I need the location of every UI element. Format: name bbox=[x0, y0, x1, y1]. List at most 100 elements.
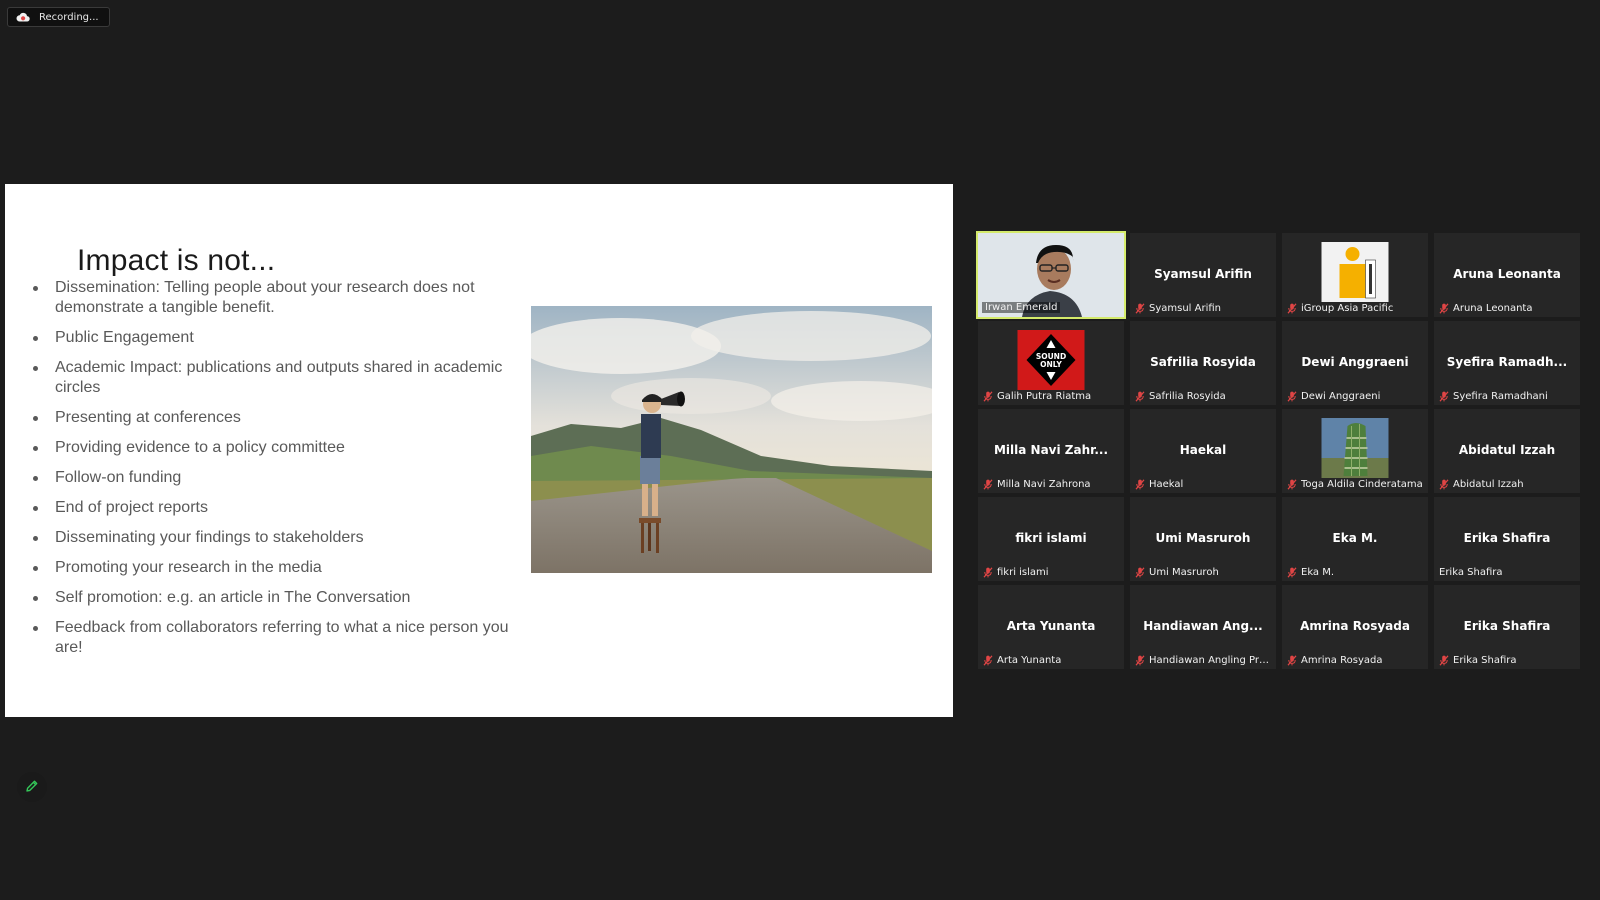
participant-display-name: Safrilia Rosyida bbox=[1150, 355, 1256, 369]
slide-bullet-text: Academic Impact: publications and output… bbox=[55, 359, 503, 396]
mic-muted-icon bbox=[1439, 391, 1449, 402]
participant-display-name: Erika Shafira bbox=[1463, 619, 1551, 633]
participant-name: Milla Navi Zahrona bbox=[997, 479, 1091, 490]
mic-muted-icon bbox=[1287, 303, 1297, 314]
participant-name: Haekal bbox=[1149, 479, 1184, 490]
recording-indicator[interactable]: Recording... bbox=[7, 7, 110, 27]
mic-muted-icon bbox=[1135, 479, 1145, 490]
mic-muted-icon bbox=[1287, 567, 1297, 578]
annotate-button[interactable] bbox=[17, 772, 47, 802]
mic-muted-icon bbox=[983, 655, 993, 666]
participant-tile[interactable]: Milla Navi Zahr... Milla Navi Zahrona bbox=[978, 409, 1124, 493]
mic-muted-icon bbox=[1439, 303, 1449, 314]
participant-name-label: Amrina Rosyada bbox=[1287, 655, 1426, 666]
participant-display-name: Erika Shafira bbox=[1463, 531, 1551, 545]
slide-bullet: Public Engagement bbox=[33, 328, 523, 348]
participant-tile[interactable]: Syefira Ramadh... Syefira Ramadhani bbox=[1434, 321, 1580, 405]
slide-bullet: Follow-on funding bbox=[33, 468, 523, 488]
participant-display-name: Amrina Rosyada bbox=[1300, 619, 1410, 633]
recording-label: Recording... bbox=[39, 11, 99, 23]
participant-name: Abidatul Izzah bbox=[1453, 479, 1524, 490]
sound-only-icon: SOUND ONLY bbox=[1017, 330, 1085, 390]
participant-name-label: Erika Shafira bbox=[1439, 655, 1578, 666]
bullet-dot bbox=[33, 566, 38, 571]
mic-muted-icon bbox=[1439, 479, 1449, 490]
slide-bullet-text: Providing evidence to a policy committee bbox=[55, 439, 345, 456]
participant-tile[interactable]: Umi Masruroh Umi Masruroh bbox=[1130, 497, 1276, 581]
participant-display-name: Handiawan Ang... bbox=[1143, 619, 1263, 633]
participant-name-label: Toga Aldila Cinderatama bbox=[1287, 479, 1426, 490]
participant-tile-active-speaker[interactable]: Irwan Emerald bbox=[976, 231, 1126, 319]
participant-display-name: Umi Masruroh bbox=[1155, 531, 1251, 545]
mic-muted-icon bbox=[1287, 391, 1297, 402]
participant-name: Erika Shafira bbox=[1453, 655, 1517, 666]
slide-bullet-text: Self promotion: e.g. an article in The C… bbox=[55, 589, 411, 606]
participant-tile[interactable]: Syamsul Arifin Syamsul Arifin bbox=[1130, 233, 1276, 317]
bullet-dot bbox=[33, 336, 38, 341]
participant-tile[interactable]: Abidatul Izzah Abidatul Izzah bbox=[1434, 409, 1580, 493]
participant-name: Handiawan Angling Pray... bbox=[1149, 655, 1274, 666]
megaphone-boy-photo bbox=[531, 306, 932, 573]
participant-name-label: Dewi Anggraeni bbox=[1287, 391, 1426, 402]
participant-tile[interactable]: Toga Aldila Cinderatama bbox=[1282, 409, 1428, 493]
participant-name: Toga Aldila Cinderatama bbox=[1301, 479, 1423, 490]
participant-name-label: Syefira Ramadhani bbox=[1439, 391, 1578, 402]
slide-bullet: Promoting your research in the media bbox=[33, 558, 523, 578]
participant-display-name: fikri islami bbox=[1015, 531, 1087, 545]
participant-tile[interactable]: Amrina Rosyada Amrina Rosyada bbox=[1282, 585, 1428, 669]
mic-muted-icon bbox=[1287, 479, 1297, 490]
participant-display-name: Aruna Leonanta bbox=[1453, 267, 1561, 281]
participant-tile[interactable]: Haekal Haekal bbox=[1130, 409, 1276, 493]
slide-bullet-text: End of project reports bbox=[55, 499, 208, 516]
participant-tile[interactable]: Arta Yunanta Arta Yunanta bbox=[978, 585, 1124, 669]
mic-muted-icon bbox=[1287, 655, 1297, 666]
participant-name-label: Handiawan Angling Pray... bbox=[1135, 655, 1274, 666]
participant-display-name: Haekal bbox=[1179, 443, 1227, 457]
participant-tile[interactable]: iGroup Asia Pacific bbox=[1282, 233, 1428, 317]
participant-name: Syamsul Arifin bbox=[1149, 303, 1222, 314]
mic-muted-icon bbox=[1135, 303, 1145, 314]
bullet-dot bbox=[33, 286, 38, 291]
participant-name-label: Irwan Emerald bbox=[982, 302, 1061, 313]
slide-bullet: Feedback from collaborators referring to… bbox=[33, 618, 523, 658]
participant-name: Safrilia Rosyida bbox=[1149, 391, 1226, 402]
participant-tile[interactable]: Safrilia Rosyida Safrilia Rosyida bbox=[1130, 321, 1276, 405]
participant-name: Dewi Anggraeni bbox=[1301, 391, 1381, 402]
participant-tile[interactable]: Erika Shafira Erika Shafira bbox=[1434, 585, 1580, 669]
mic-muted-icon bbox=[983, 391, 993, 402]
participant-tile[interactable]: Eka M. Eka M. bbox=[1282, 497, 1428, 581]
participant-name: Eka M. bbox=[1301, 567, 1335, 578]
participant-tile[interactable]: SOUND ONLY Galih Putra Riatma bbox=[978, 321, 1124, 405]
slide-bullet: Providing evidence to a policy committee bbox=[33, 438, 523, 458]
participant-display-name: Eka M. bbox=[1332, 531, 1378, 545]
participant-name: Erika Shafira bbox=[1439, 567, 1503, 578]
slide-bullet: Academic Impact: publications and output… bbox=[33, 358, 523, 398]
participant-name-label: Eka M. bbox=[1287, 567, 1426, 578]
participant-name-label: fikri islami bbox=[983, 567, 1122, 578]
participant-tile[interactable]: Handiawan Ang... Handiawan Angling Pray..… bbox=[1130, 585, 1276, 669]
slide-bullet-text: Public Engagement bbox=[55, 329, 194, 346]
mic-muted-icon bbox=[983, 479, 993, 490]
slide-bullet-list: Dissemination: Telling people about your… bbox=[33, 278, 523, 668]
participant-name-label: Safrilia Rosyida bbox=[1135, 391, 1274, 402]
participant-name-label: Aruna Leonanta bbox=[1439, 303, 1578, 314]
participant-display-name: Abidatul Izzah bbox=[1458, 443, 1556, 457]
participant-name-label: iGroup Asia Pacific bbox=[1287, 303, 1426, 314]
participant-display-name: Milla Navi Zahr... bbox=[993, 443, 1109, 457]
participant-name: Aruna Leonanta bbox=[1453, 303, 1533, 314]
slide-title: Impact is not... bbox=[77, 244, 276, 277]
slide-bullet-text: Feedback from collaborators referring to… bbox=[55, 619, 509, 656]
igroup-logo-icon bbox=[1321, 242, 1389, 302]
mic-muted-icon bbox=[983, 567, 993, 578]
bullet-dot bbox=[33, 536, 38, 541]
participant-tile[interactable]: Erika Shafira Erika Shafira bbox=[1434, 497, 1580, 581]
slide-bullet: Dissemination: Telling people about your… bbox=[33, 278, 523, 318]
bullet-dot bbox=[33, 626, 38, 631]
slide-bullet-text: Follow-on funding bbox=[55, 469, 182, 486]
bullet-dot bbox=[33, 446, 38, 451]
participant-tile[interactable]: Aruna Leonanta Aruna Leonanta bbox=[1434, 233, 1580, 317]
slide-bullet-text: Promoting your research in the media bbox=[55, 559, 322, 576]
participant-name-label: Umi Masruroh bbox=[1135, 567, 1274, 578]
participant-tile[interactable]: Dewi Anggraeni Dewi Anggraeni bbox=[1282, 321, 1428, 405]
participant-tile[interactable]: fikri islami fikri islami bbox=[978, 497, 1124, 581]
